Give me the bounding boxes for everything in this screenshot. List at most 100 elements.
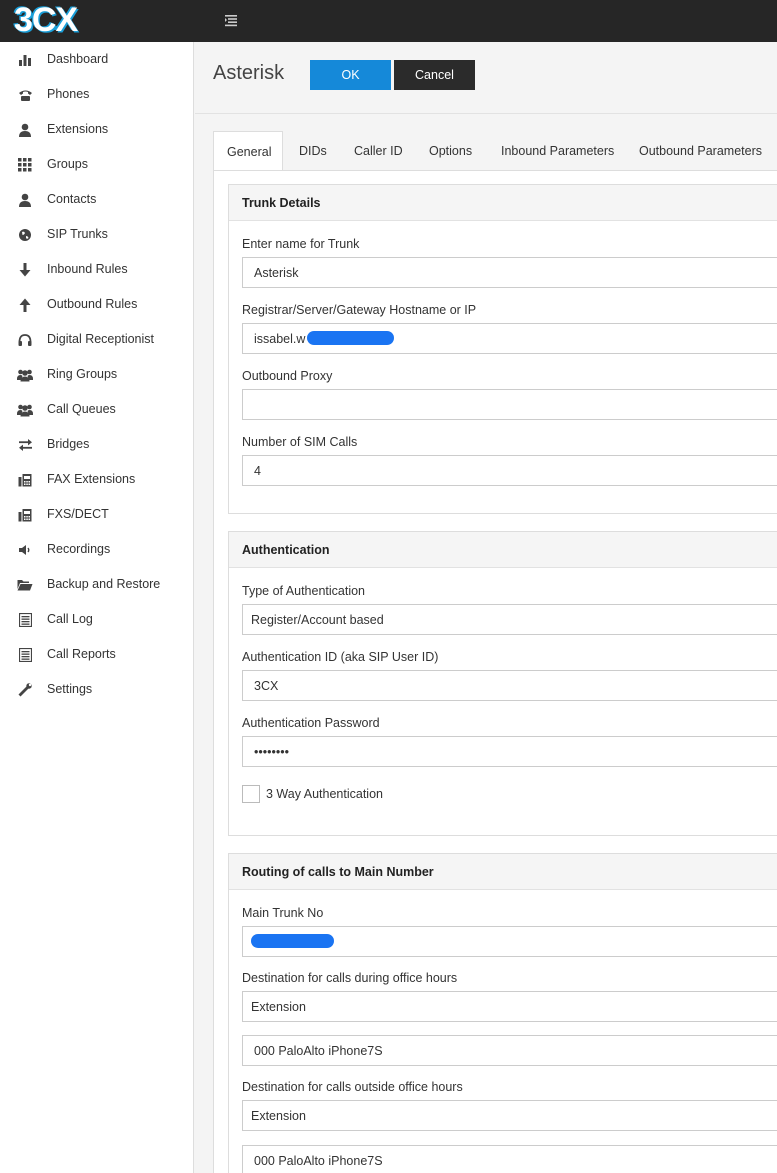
- sidebar-item-outbound-rules[interactable]: Outbound Rules: [0, 287, 194, 322]
- main-trunk-input[interactable]: [242, 926, 777, 957]
- trunk-name-input[interactable]: Asterisk: [242, 257, 777, 288]
- auth-type-label: Type of Authentication: [242, 584, 366, 598]
- auth-id-label: Authentication ID (aka SIP User ID): [242, 650, 439, 664]
- authentication-panel: Authentication Type of Authentication Re…: [228, 531, 777, 836]
- sidebar-item-label: FXS/DECT: [47, 507, 109, 521]
- volume-icon: [17, 542, 33, 558]
- user-icon: [17, 122, 33, 138]
- sidebar-item-label: Dashboard: [47, 52, 109, 66]
- sidebar-item-dashboard[interactable]: Dashboard: [0, 42, 194, 77]
- sidebar-item-label: Outbound Rules: [47, 297, 138, 311]
- office-hours-target-select[interactable]: 000 PaloAlto iPhone7S: [242, 1035, 777, 1066]
- arrow-down-icon: [17, 262, 33, 278]
- sidebar-item-label: Call Log: [47, 612, 93, 626]
- panel-heading: Routing of calls to Main Number: [229, 854, 777, 890]
- auth-type-select[interactable]: Register/Account based: [242, 604, 777, 635]
- phone-icon: [17, 87, 33, 103]
- host-value: issabel.w: [254, 332, 306, 346]
- sidebar-item-inbound-rules[interactable]: Inbound Rules: [0, 252, 194, 287]
- outside-hours-target-select[interactable]: 000 PaloAlto iPhone7S: [242, 1145, 777, 1173]
- sidebar-item-recordings[interactable]: Recordings: [0, 532, 194, 567]
- main-trunk-label: Main Trunk No: [242, 906, 324, 920]
- page-title: Asterisk: [213, 62, 285, 84]
- sidebar-item-contacts[interactable]: Contacts: [0, 182, 194, 217]
- outbound-proxy-input[interactable]: [242, 389, 777, 420]
- sidebar-item-fxs-dect[interactable]: FXS/DECT: [0, 497, 194, 532]
- sidebar-item-settings[interactable]: Settings: [0, 672, 194, 707]
- list-icon: [17, 612, 33, 628]
- trunk-name-label: Enter name for Trunk: [242, 237, 360, 251]
- tab-options[interactable]: Options: [429, 131, 472, 171]
- globe-icon: [17, 227, 33, 243]
- sidebar-item-label: Inbound Rules: [47, 262, 128, 276]
- sidebar-item-call-queues[interactable]: Call Queues: [0, 392, 194, 427]
- tab-outbound-parameters[interactable]: Outbound Parameters: [639, 131, 762, 171]
- sidebar-item-digital-receptionist[interactable]: Digital Receptionist: [0, 322, 194, 357]
- auth-password-label: Authentication Password: [242, 716, 380, 730]
- three-way-auth-label: 3 Way Authentication: [266, 787, 383, 801]
- outside-hours-type-select[interactable]: Extension: [242, 1100, 777, 1131]
- sidebar-item-ring-groups[interactable]: Ring Groups: [0, 357, 194, 392]
- redaction-mark: [307, 331, 394, 345]
- outside-hours-label: Destination for calls outside office hou…: [242, 1080, 463, 1094]
- sidebar-item-label: Digital Receptionist: [47, 332, 154, 346]
- sidebar-item-call-reports[interactable]: Call Reports: [0, 637, 194, 672]
- sidebar-item-label: SIP Trunks: [47, 227, 108, 241]
- exchange-icon: [17, 437, 33, 453]
- arrow-up-icon: [17, 297, 33, 313]
- sidebar-item-phones[interactable]: Phones: [0, 77, 194, 112]
- sim-calls-input[interactable]: 4: [242, 455, 777, 486]
- sidebar-item-fax-extensions[interactable]: FAX Extensions: [0, 462, 194, 497]
- office-hours-label: Destination for calls during office hour…: [242, 971, 458, 985]
- page-header: Asterisk OK Cancel: [195, 42, 777, 114]
- sidebar-item-label: Settings: [47, 682, 93, 696]
- panel-heading: Trunk Details: [229, 185, 777, 221]
- bar-chart-icon: [17, 52, 33, 68]
- tab-strip: General DIDs Caller ID Options Inbound P…: [213, 131, 777, 171]
- cancel-button[interactable]: Cancel: [394, 60, 475, 90]
- host-input[interactable]: issabel.w: [242, 323, 777, 354]
- redaction-mark: [251, 934, 334, 948]
- sidebar-item-label: Bridges: [47, 437, 90, 451]
- sidebar-item-extensions[interactable]: Extensions: [0, 112, 194, 147]
- sidebar-item-label: Groups: [47, 157, 88, 171]
- sidebar-item-label: Call Reports: [47, 647, 116, 661]
- tab-dids[interactable]: DIDs: [299, 131, 327, 171]
- sidebar-item-groups[interactable]: Groups: [0, 147, 194, 182]
- sidebar-item-label: Backup and Restore: [47, 577, 161, 591]
- sidebar-item-label: Contacts: [47, 192, 97, 206]
- tab-content: Trunk Details Enter name for Trunk Aster…: [213, 170, 777, 1173]
- menu-toggle-icon[interactable]: [222, 12, 240, 28]
- sidebar-item-label: FAX Extensions: [47, 472, 136, 486]
- tab-general[interactable]: General: [213, 131, 283, 171]
- fax-icon: [17, 507, 33, 523]
- grid-icon: [17, 157, 33, 173]
- sidebar-item-label: Extensions: [47, 122, 109, 136]
- office-hours-type-select[interactable]: Extension: [242, 991, 777, 1022]
- trunk-details-panel: Trunk Details Enter name for Trunk Aster…: [228, 184, 777, 514]
- ok-button[interactable]: OK: [310, 60, 391, 90]
- sim-calls-label: Number of SIM Calls: [242, 435, 358, 449]
- sidebar-item-sip-trunks[interactable]: SIP Trunks: [0, 217, 194, 252]
- sidebar-item-call-log[interactable]: Call Log: [0, 602, 194, 637]
- auth-password-input[interactable]: ••••••••: [242, 736, 777, 767]
- logo[interactable]: 3CX: [14, 1, 78, 39]
- tab-caller-id[interactable]: Caller ID: [354, 131, 403, 171]
- routing-panel: Routing of calls to Main Number Main Tru…: [228, 853, 777, 1173]
- auth-id-input[interactable]: 3CX: [242, 670, 777, 701]
- users-icon: [17, 367, 33, 383]
- sidebar-item-backup-and-restore[interactable]: Backup and Restore: [0, 567, 194, 602]
- logo-text: 3CX: [14, 1, 78, 39]
- users-icon: [17, 402, 33, 418]
- main-content: Asterisk OK Cancel General DIDs Caller I…: [195, 42, 777, 1173]
- host-label: Registrar/Server/Gateway Hostname or IP: [242, 303, 477, 317]
- sidebar-item-bridges[interactable]: Bridges: [0, 427, 194, 462]
- panel-heading: Authentication: [229, 532, 777, 568]
- tab-inbound-parameters[interactable]: Inbound Parameters: [501, 131, 614, 171]
- user-icon: [17, 192, 33, 208]
- three-way-auth-checkbox[interactable]: [242, 785, 260, 803]
- sidebar-item-label: Ring Groups: [47, 367, 118, 381]
- sidebar-item-label: Phones: [47, 87, 90, 101]
- list-icon: [17, 647, 33, 663]
- sidebar-item-label: Call Queues: [47, 402, 116, 416]
